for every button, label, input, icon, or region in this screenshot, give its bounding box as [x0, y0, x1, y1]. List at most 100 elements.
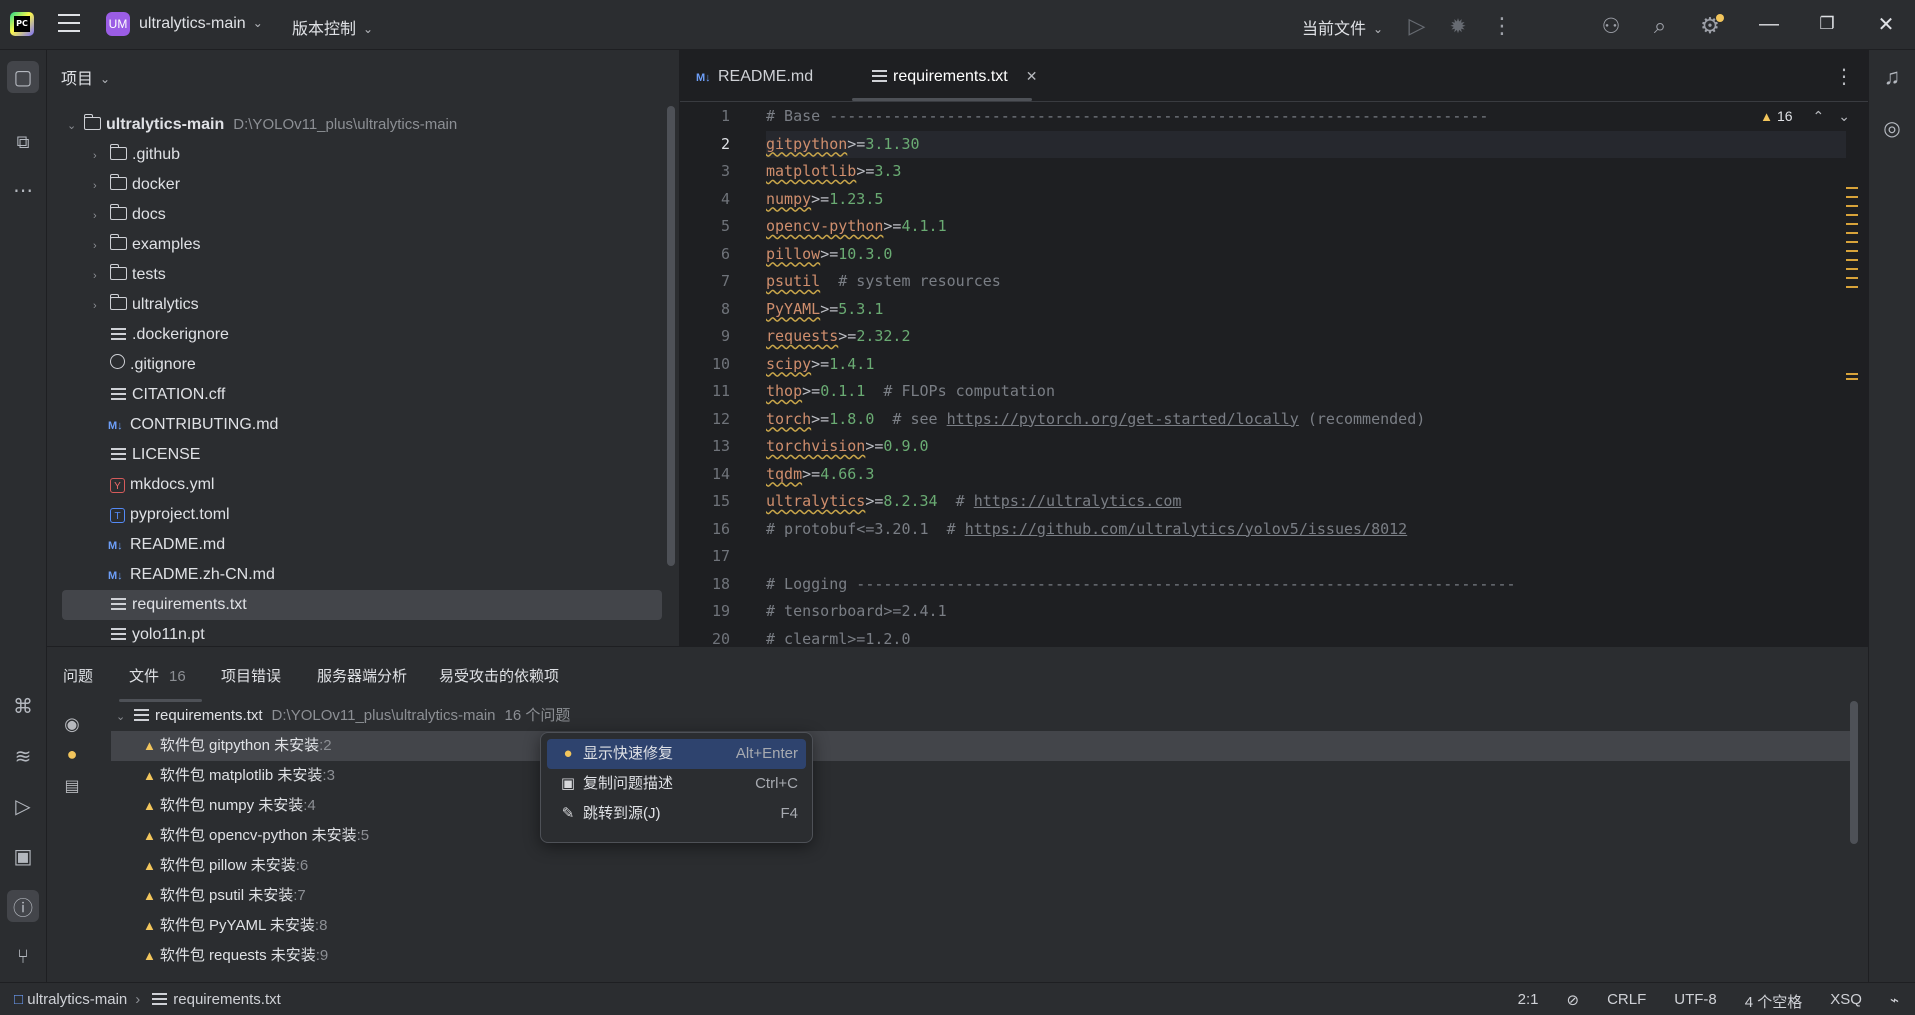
tree-item[interactable]: CITATION.cff: [62, 380, 662, 410]
code-link[interactable]: https://github.com/ultralytics/yolov5/is…: [965, 520, 1408, 538]
warning-marker[interactable]: [1846, 205, 1858, 207]
run-config-selector[interactable]: 当前文件 ⌄: [1302, 15, 1383, 39]
tree-item[interactable]: › docker: [62, 170, 662, 200]
problem-row[interactable]: ▲ 软件包 opencv-python 未安装:5: [111, 821, 1851, 851]
tree-item[interactable]: › examples: [62, 230, 662, 260]
chevron-right-icon[interactable]: ›: [93, 171, 107, 201]
tab-readme[interactable]: M↓ README.md: [695, 68, 813, 86]
tab-server-analysis[interactable]: 服务器端分析: [317, 665, 407, 686]
tab-file[interactable]: 文件 16: [119, 665, 202, 702]
problem-row[interactable]: ▲ 软件包 pillow 未安装:6: [111, 851, 1851, 881]
run-icon[interactable]: ▷: [1401, 10, 1433, 42]
problem-row[interactable]: ▲ 软件包 numpy 未安装:4: [111, 791, 1851, 821]
chevron-right-icon[interactable]: ›: [93, 231, 107, 261]
layers-icon[interactable]: ≋: [7, 740, 39, 772]
project-badge[interactable]: UM: [106, 12, 130, 36]
menu-copy-problem-description[interactable]: ▣ 复制问题描述 Ctrl+C: [547, 769, 806, 799]
line-endings[interactable]: CRLF: [1607, 991, 1646, 1012]
tree-item[interactable]: M↓ CONTRIBUTING.md: [62, 410, 662, 440]
chevron-right-icon[interactable]: ›: [93, 291, 107, 321]
structure-icon[interactable]: ⧉: [7, 126, 39, 158]
vcs-status-icon[interactable]: ⊘: [1567, 991, 1580, 1012]
tree-item[interactable]: Tpyproject.toml: [62, 500, 662, 530]
file-encoding[interactable]: UTF-8: [1674, 991, 1717, 1012]
project-panel-header[interactable]: 项目 ⌄: [61, 65, 110, 89]
python-console-icon[interactable]: ⌘: [7, 690, 39, 722]
terminal-icon[interactable]: ▣: [7, 840, 39, 872]
code-link[interactable]: https://ultralytics.com: [974, 492, 1182, 510]
warning-marker[interactable]: [1846, 268, 1858, 270]
problem-row[interactable]: ▲ 软件包 requests 未安装:9: [111, 941, 1851, 971]
lock-icon[interactable]: ⌁: [1890, 991, 1899, 1012]
warning-marker[interactable]: [1846, 286, 1858, 288]
services-icon[interactable]: ▷: [7, 790, 39, 822]
problem-row[interactable]: ▲ 软件包 matplotlib 未安装:3: [111, 761, 1851, 791]
tree-item[interactable]: › .github: [62, 140, 662, 170]
debug-icon[interactable]: ✹: [1442, 10, 1474, 42]
problems-scrollbar[interactable]: [1850, 701, 1858, 844]
details-icon[interactable]: ▤: [60, 774, 84, 798]
problem-row-selected[interactable]: ▲ 软件包 gitpython 未安装:2: [111, 731, 1851, 761]
more-tools-icon[interactable]: ⋯: [7, 174, 39, 206]
chevron-down-icon[interactable]: ⌄: [67, 111, 81, 141]
tree-item[interactable]: LICENSE: [62, 440, 662, 470]
tree-item-selected[interactable]: requirements.txt: [62, 590, 662, 620]
warning-marker[interactable]: [1846, 187, 1858, 189]
code-link[interactable]: https://pytorch.org/get-started/locally: [947, 410, 1299, 428]
warning-marker[interactable]: [1846, 259, 1858, 261]
tree-root[interactable]: ⌄ ultralytics-main D:\YOLOv11_plus\ultraly…: [62, 110, 662, 140]
problems-icon[interactable]: ⓘ: [7, 890, 39, 922]
main-menu-icon[interactable]: [58, 14, 80, 32]
warning-marker[interactable]: [1846, 378, 1858, 380]
vcs-menu[interactable]: 版本控制 ⌄: [292, 15, 373, 39]
lightbulb-icon[interactable]: ●: [60, 742, 84, 766]
tab-problems[interactable]: 问题: [63, 665, 93, 686]
search-icon[interactable]: ⌕: [1644, 10, 1676, 42]
status-file[interactable]: requirements.txt: [173, 991, 281, 1008]
add-user-icon[interactable]: ⚇: [1595, 10, 1627, 42]
menu-jump-to-source[interactable]: ✎ 跳转到源(J) F4: [547, 799, 806, 829]
project-scrollbar[interactable]: [667, 106, 675, 566]
error-stripe[interactable]: [1846, 187, 1858, 437]
python-interpreter[interactable]: XSQ: [1830, 991, 1862, 1012]
chevron-right-icon[interactable]: ›: [93, 261, 107, 291]
tab-requirements[interactable]: requirements.txt ✕: [868, 68, 1037, 86]
close-icon[interactable]: ✕: [1866, 8, 1906, 40]
problem-file-header[interactable]: ⌄ requirements.txt D:\YOLOv11_plus\ultraly…: [111, 701, 1851, 731]
warning-marker[interactable]: [1846, 196, 1858, 198]
chevron-right-icon[interactable]: ›: [93, 201, 107, 231]
tree-item[interactable]: M↓ README.zh-CN.md: [62, 560, 662, 590]
notifications-bell-icon[interactable]: ♫: [1876, 61, 1908, 93]
warning-marker[interactable]: [1846, 277, 1858, 279]
warning-marker[interactable]: [1846, 241, 1858, 243]
tree-item[interactable]: Ymkdocs.yml: [62, 470, 662, 500]
tab-project-errors[interactable]: 项目错误: [221, 665, 281, 686]
warning-marker[interactable]: [1846, 214, 1858, 216]
menu-show-quick-fixes[interactable]: ● 显示快速修复 Alt+Enter: [547, 739, 806, 769]
chevron-right-icon[interactable]: ›: [93, 141, 107, 171]
editor-more-icon[interactable]: ⋮: [1834, 64, 1854, 89]
project-selector[interactable]: ultralytics-main ⌄: [139, 15, 263, 33]
more-actions-icon[interactable]: ⋮: [1486, 10, 1518, 42]
tree-item[interactable]: .gitignore: [62, 350, 662, 380]
indent-setting[interactable]: 4 个空格: [1745, 991, 1803, 1012]
tree-item[interactable]: .dockerignore: [62, 320, 662, 350]
git-branch-icon[interactable]: ⑂: [7, 941, 39, 973]
tree-item[interactable]: › tests: [62, 260, 662, 290]
warning-marker[interactable]: [1846, 250, 1858, 252]
ai-assistant-icon[interactable]: ◎: [1876, 112, 1908, 144]
cursor-position[interactable]: 2:1: [1518, 991, 1539, 1012]
tree-item[interactable]: › ultralytics: [62, 290, 662, 320]
minimize-icon[interactable]: —: [1749, 8, 1789, 40]
warning-marker[interactable]: [1846, 232, 1858, 234]
warning-marker[interactable]: [1846, 373, 1858, 375]
problem-row[interactable]: ▲ 软件包 psutil 未安装:7: [111, 881, 1851, 911]
tree-item[interactable]: › docs: [62, 200, 662, 230]
chevron-down-icon[interactable]: ⌄: [116, 702, 130, 732]
restore-icon[interactable]: ❐: [1807, 8, 1847, 40]
status-breadcrumb[interactable]: □ ultralytics-main › requirements.txt: [14, 991, 281, 1008]
close-tab-icon[interactable]: ✕: [1026, 68, 1038, 84]
eye-icon[interactable]: ◉: [60, 712, 84, 736]
status-project[interactable]: ultralytics-main: [27, 991, 127, 1008]
tree-item[interactable]: M↓ README.md: [62, 530, 662, 560]
